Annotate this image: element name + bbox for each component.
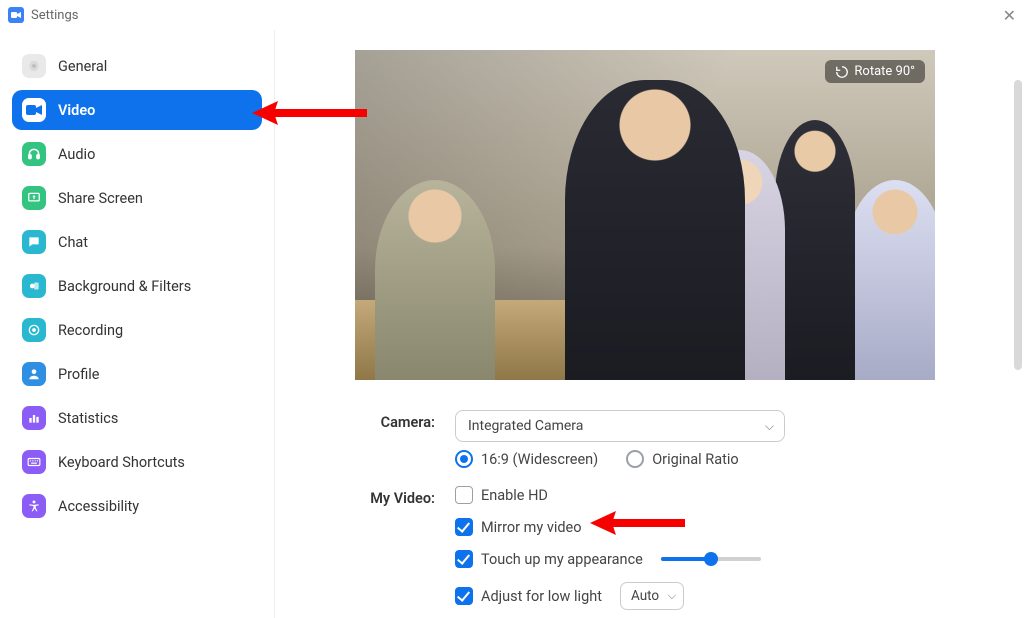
camera-group: Integrated Camera ⌵ 16:9 (Widescreen) Or…: [455, 410, 984, 468]
sidebar-item-label: Recording: [58, 322, 123, 339]
gear-icon: [22, 54, 46, 78]
checkbox-label: Touch up my appearance: [481, 551, 643, 568]
my-video-label: My Video:: [355, 486, 455, 507]
headphones-icon: [22, 142, 46, 166]
main-panel: Rotate 90° Camera: Integrated Camera ⌵ 1…: [275, 30, 1024, 618]
radio-icon: [626, 450, 644, 468]
checkbox-icon: [455, 587, 473, 605]
sidebar-item-background-filters[interactable]: Background & Filters: [12, 266, 262, 306]
checkbox-label: Enable HD: [481, 487, 548, 504]
sidebar-item-video[interactable]: Video: [12, 90, 262, 130]
touch-up-checkbox[interactable]: Touch up my appearance: [455, 550, 984, 568]
radio-label: Original Ratio: [652, 451, 738, 468]
sidebar-item-chat[interactable]: Chat: [12, 222, 262, 262]
checkbox-icon: [455, 486, 473, 504]
sidebar-item-share-screen[interactable]: Share Screen: [12, 178, 262, 218]
sidebar: General Video Audio Share Screen Chat: [0, 30, 275, 618]
chevron-down-icon: ⌵: [765, 419, 774, 434]
sidebar-item-label: Video: [58, 102, 95, 119]
video-preview-image: [355, 50, 935, 380]
scrollbar[interactable]: [1014, 80, 1022, 370]
accessibility-icon: [22, 494, 46, 518]
body: General Video Audio Share Screen Chat: [0, 30, 1024, 618]
camera-selected-value: Integrated Camera: [468, 418, 583, 434]
rotate-icon: [835, 65, 849, 79]
chevron-down-icon: ⌵: [668, 589, 676, 603]
record-icon: [22, 318, 46, 342]
aspect-original-radio[interactable]: Original Ratio: [626, 450, 738, 468]
sidebar-item-label: Keyboard Shortcuts: [58, 454, 185, 471]
chat-icon: [22, 230, 46, 254]
zoom-app-icon: [8, 7, 24, 23]
sidebar-item-label: General: [58, 58, 107, 75]
low-light-mode-value: Auto: [631, 588, 659, 604]
share-icon: [22, 186, 46, 210]
rotate-label: Rotate 90°: [854, 64, 915, 79]
sidebar-item-label: Statistics: [58, 410, 118, 427]
filters-icon: [22, 274, 46, 298]
keyboard-icon: [22, 450, 46, 474]
sidebar-item-accessibility[interactable]: Accessibility: [12, 486, 262, 526]
touch-up-slider[interactable]: [661, 557, 761, 561]
sidebar-item-label: Background & Filters: [58, 278, 191, 295]
person-icon: [22, 362, 46, 386]
checkbox-icon: [455, 550, 473, 568]
sidebar-item-recording[interactable]: Recording: [12, 310, 262, 350]
low-light-checkbox[interactable]: Adjust for low light Auto ⌵: [455, 582, 984, 610]
enable-hd-checkbox[interactable]: Enable HD: [455, 486, 984, 504]
video-preview: Rotate 90°: [355, 50, 935, 380]
video-controls: Camera: Integrated Camera ⌵ 16:9 (Widesc…: [355, 410, 984, 610]
checkbox-label: Mirror my video: [481, 519, 582, 536]
aspect-widescreen-radio[interactable]: 16:9 (Widescreen): [455, 450, 598, 468]
sidebar-item-label: Chat: [58, 234, 88, 251]
close-button[interactable]: ✕: [1003, 6, 1016, 25]
sidebar-item-audio[interactable]: Audio: [12, 134, 262, 174]
window-title: Settings: [31, 8, 78, 23]
video-icon: [22, 98, 46, 122]
low-light-mode-select[interactable]: Auto ⌵: [620, 582, 684, 610]
titlebar: Settings ✕: [0, 0, 1024, 30]
rotate-90-button[interactable]: Rotate 90°: [825, 60, 925, 83]
sidebar-item-statistics[interactable]: Statistics: [12, 398, 262, 438]
radio-label: 16:9 (Widescreen): [481, 451, 598, 468]
radio-icon: [455, 450, 473, 468]
sidebar-item-label: Share Screen: [58, 190, 143, 207]
sidebar-item-label: Audio: [58, 146, 95, 163]
camera-label: Camera:: [355, 410, 455, 431]
stats-icon: [22, 406, 46, 430]
mirror-video-checkbox[interactable]: Mirror my video: [455, 518, 984, 536]
checkbox-label: Adjust for low light: [481, 588, 602, 605]
sidebar-item-keyboard-shortcuts[interactable]: Keyboard Shortcuts: [12, 442, 262, 482]
my-video-group: Enable HD Mirror my video Touch up my ap…: [455, 486, 984, 610]
sidebar-item-label: Profile: [58, 366, 99, 383]
sidebar-item-profile[interactable]: Profile: [12, 354, 262, 394]
sidebar-item-label: Accessibility: [58, 498, 139, 515]
camera-select[interactable]: Integrated Camera ⌵: [455, 410, 785, 442]
sidebar-item-general[interactable]: General: [12, 46, 262, 86]
checkbox-icon: [455, 518, 473, 536]
